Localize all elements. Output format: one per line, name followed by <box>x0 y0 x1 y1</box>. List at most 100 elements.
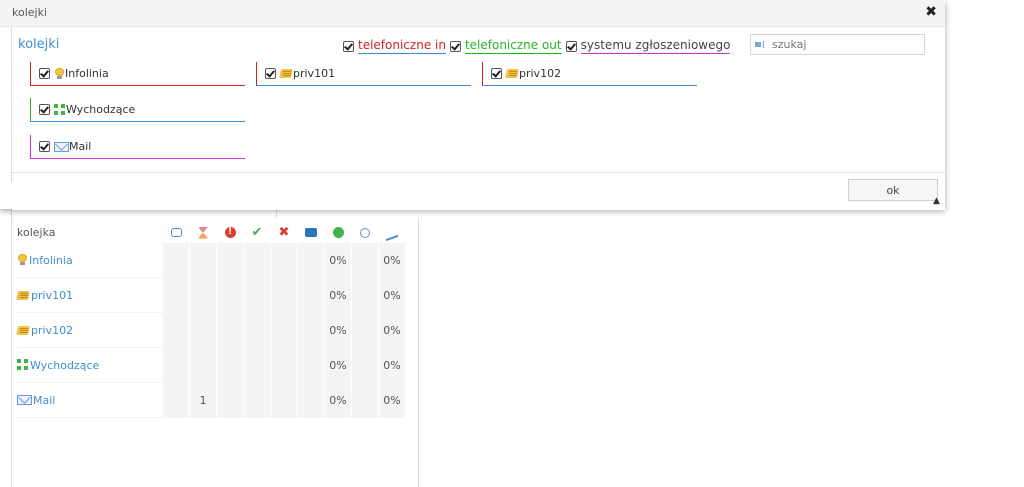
checkbox-phone-in[interactable] <box>343 40 354 52</box>
search-box[interactable] <box>750 34 925 55</box>
table-cell <box>189 312 217 348</box>
hand-icon <box>17 290 30 301</box>
phone-icon <box>305 228 317 237</box>
table-cell: 0% <box>378 347 406 383</box>
column-header-rejected: ✖ <box>271 221 298 243</box>
table-cell <box>270 277 298 313</box>
table-header-row: kolejka ! ✔ ✖ <box>17 221 406 243</box>
comment-icon <box>170 228 182 237</box>
table-cell <box>216 312 244 348</box>
queue-box-label: Mail <box>69 140 92 153</box>
table-cell <box>189 277 217 313</box>
arrows-out-icon <box>17 359 29 371</box>
ok-circle-icon <box>332 227 344 238</box>
ok-button[interactable]: ok <box>848 179 938 201</box>
table-cell <box>216 277 244 313</box>
queue-box-infolinia[interactable]: Infolinia <box>30 62 245 86</box>
filter-phone-out[interactable]: telefoniczne out <box>449 38 562 54</box>
table-cell <box>351 347 379 383</box>
chart-icon <box>386 224 398 241</box>
queue-box-wychodzace[interactable]: Wychodzące <box>30 98 245 122</box>
table-cell <box>243 312 271 348</box>
mail-icon <box>17 395 32 405</box>
filter-label[interactable]: systemu zgłoszeniowego <box>580 38 731 54</box>
queue-box-priv102[interactable]: priv102 <box>482 62 697 86</box>
table-cell <box>162 312 190 348</box>
clock-icon <box>360 227 370 238</box>
table-cell <box>216 382 244 418</box>
table-cell <box>162 347 190 383</box>
queue-checkbox[interactable] <box>39 141 50 152</box>
table-cell <box>351 312 379 348</box>
table-cell: 0% <box>378 382 406 418</box>
table-cell <box>297 243 325 278</box>
queue-checkbox[interactable] <box>265 68 276 79</box>
hourglass-icon <box>198 226 208 239</box>
checkbox-ticket-system[interactable] <box>565 40 577 52</box>
filter-phone-in[interactable]: telefoniczne in <box>343 38 446 54</box>
table-cell <box>243 277 271 313</box>
table-cell <box>270 312 298 348</box>
table-cell <box>270 243 298 278</box>
queue-name-cell[interactable]: Mail <box>17 382 163 418</box>
queue-box-mail[interactable]: Mail <box>30 135 245 159</box>
lightbulb-icon <box>17 254 28 266</box>
table-cell <box>297 382 325 418</box>
queue-name-cell[interactable]: Wychodzące <box>17 347 163 383</box>
dialog-footer: ok ▲ <box>12 172 945 210</box>
table-cell <box>351 243 379 278</box>
queue-name[interactable]: priv101 <box>31 289 73 302</box>
column-header-trend <box>379 221 406 243</box>
hand-icon <box>280 68 293 79</box>
dialog-title: kolejki <box>12 6 48 19</box>
mail-icon <box>54 141 69 152</box>
queue-checkbox[interactable] <box>39 104 50 115</box>
table-cell: 0% <box>324 382 352 418</box>
table-cell: 0% <box>378 243 406 278</box>
search-input[interactable] <box>769 38 912 51</box>
queue-checkbox[interactable] <box>39 68 50 79</box>
queue-name[interactable]: Infolinia <box>29 254 73 267</box>
table-cell <box>162 243 190 278</box>
table-cell <box>297 347 325 383</box>
queue-box-priv101[interactable]: priv101 <box>256 62 471 86</box>
queue-name-cell[interactable]: priv101 <box>17 277 163 313</box>
resize-handle-icon[interactable]: ▲ <box>933 196 940 206</box>
queue-name-cell[interactable]: priv102 <box>17 312 163 348</box>
table-cell <box>162 277 190 313</box>
queue-box-label: Infolinia <box>65 67 109 80</box>
hand-icon <box>17 325 30 336</box>
table-cell <box>243 347 271 383</box>
queue-name-cell[interactable]: Infolinia <box>17 243 163 278</box>
column-header-time <box>352 221 379 243</box>
close-icon[interactable]: ✖ <box>925 4 937 20</box>
cross-icon: ✖ <box>278 225 290 240</box>
checkbox-phone-out[interactable] <box>449 40 461 52</box>
dialog-body-edge <box>11 27 12 182</box>
queue-name[interactable]: Mail <box>33 394 55 407</box>
table-cell <box>270 347 298 383</box>
hand-icon <box>506 68 519 79</box>
table-cell <box>243 382 271 418</box>
queue-name[interactable]: priv102 <box>31 324 73 337</box>
filter-label[interactable]: telefoniczne out <box>464 38 562 54</box>
table-cell: 0% <box>378 312 406 348</box>
table-cell: 0% <box>324 347 352 383</box>
table-row: Wychodzące 0% 0% <box>17 347 406 383</box>
queue-checkbox[interactable] <box>491 68 502 79</box>
filter-ticket-system[interactable]: systemu zgłoszeniowego <box>565 38 731 54</box>
table-cell <box>243 243 271 278</box>
table-cell: 0% <box>324 243 352 278</box>
queue-name[interactable]: Wychodzące <box>30 359 99 372</box>
search-icon <box>755 41 769 48</box>
table-cell <box>189 347 217 383</box>
table-cell <box>351 277 379 313</box>
queue-box-label: priv101 <box>293 67 336 80</box>
queue-box-label: Wychodzące <box>66 103 136 116</box>
filter-label[interactable]: telefoniczne in <box>358 38 446 54</box>
table-row: priv101 0% 0% <box>17 277 406 313</box>
queue-type-filters: telefoniczne in telefoniczne out systemu… <box>343 38 734 54</box>
dialog-titlebar[interactable]: kolejki ✖ <box>0 0 945 27</box>
table-cell <box>216 347 244 383</box>
lightbulb-icon <box>54 67 65 80</box>
